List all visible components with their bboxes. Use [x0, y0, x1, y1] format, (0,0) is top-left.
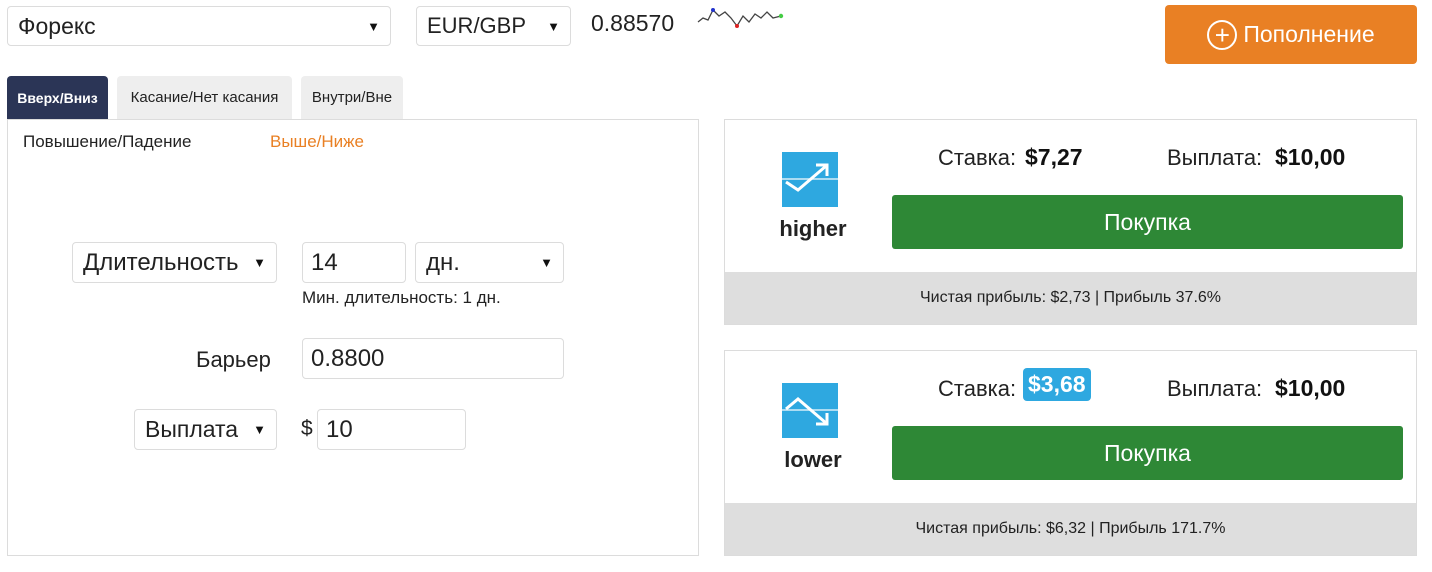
- sparkline-icon: [697, 8, 784, 28]
- trade-form-panel: Повышение/Падение Выше/Ниже Длительность…: [7, 119, 699, 556]
- profit-summary: Чистая прибыль: $2,73 | Прибыль 37.6%: [725, 272, 1416, 324]
- caret-down-icon: ▼: [253, 255, 266, 270]
- subtab-higher-lower[interactable]: Выше/Ниже: [270, 132, 364, 152]
- tab-touch-no-touch[interactable]: Касание/Нет касания: [117, 76, 292, 119]
- payout-label: Выплата:: [1167, 376, 1263, 401]
- barrier-input-value: 0.8800: [311, 344, 385, 372]
- min-duration-hint: Мин. длительность: 1 дн.: [302, 288, 501, 307]
- caret-down-icon: ▼: [253, 422, 266, 437]
- amount-type-value: Выплата: [145, 416, 239, 442]
- symbol-select-value: EUR/GBP: [427, 13, 527, 38]
- caret-down-icon: ▼: [367, 18, 380, 34]
- trend-up-icon: [782, 152, 838, 207]
- amount-type-select[interactable]: Выплата ▼: [134, 409, 277, 450]
- barrier-label: Барьер: [196, 347, 271, 372]
- deposit-button[interactable]: + Пополнение: [1165, 5, 1417, 64]
- spot-price: 0.88570: [591, 10, 675, 36]
- contract-type-label: higher: [779, 216, 847, 241]
- barrier-input[interactable]: 0.8800: [302, 338, 564, 379]
- stake-value: $3,68: [1023, 368, 1091, 401]
- duration-unit-select[interactable]: дн. ▼: [415, 242, 564, 283]
- stake-label: Ставка:: [938, 376, 1017, 401]
- tab-in-out[interactable]: Внутри/Вне: [301, 76, 403, 119]
- buy-lower-button[interactable]: Покупка: [892, 426, 1403, 480]
- amount-input[interactable]: 10: [317, 409, 466, 450]
- contract-higher: higher Ставка: $7,27 Выплата: $10,00 Пок…: [724, 119, 1417, 325]
- duration-unit-value: дн.: [426, 248, 460, 276]
- symbol-select[interactable]: EUR/GBP ▼: [416, 6, 571, 46]
- stake-value: $7,27: [1025, 144, 1083, 170]
- market-select-value: Форекс: [18, 12, 96, 39]
- payout-label: Выплата:: [1167, 145, 1263, 170]
- profit-summary: Чистая прибыль: $6,32 | Прибыль 171.7%: [725, 503, 1416, 555]
- amount-input-value: 10: [326, 415, 353, 443]
- subtab-rise-fall[interactable]: Повышение/Падение: [23, 132, 191, 152]
- payout-value: $10,00: [1275, 144, 1346, 170]
- duration-input[interactable]: 14: [302, 242, 406, 283]
- stake-label: Ставка:: [938, 145, 1017, 170]
- trend-down-icon: [782, 383, 838, 438]
- deposit-label: Пополнение: [1243, 21, 1375, 47]
- contract-lower: lower Ставка: $3,68 Выплата: $10,00 Поку…: [724, 350, 1417, 556]
- caret-down-icon: ▼: [547, 18, 560, 34]
- market-select[interactable]: Форекс ▼: [7, 6, 391, 46]
- caret-down-icon: ▼: [540, 255, 553, 270]
- payout-value: $10,00: [1275, 375, 1346, 401]
- tab-up-down[interactable]: Вверх/Вниз: [7, 76, 108, 119]
- plus-circle-icon: +: [1207, 19, 1238, 50]
- currency-sign: $: [301, 417, 313, 440]
- duration-input-value: 14: [311, 248, 338, 276]
- contract-type-label: lower: [784, 447, 842, 472]
- duration-type-value: Длительность: [83, 248, 239, 276]
- duration-type-select[interactable]: Длительность ▼: [72, 242, 277, 283]
- buy-higher-button[interactable]: Покупка: [892, 195, 1403, 249]
